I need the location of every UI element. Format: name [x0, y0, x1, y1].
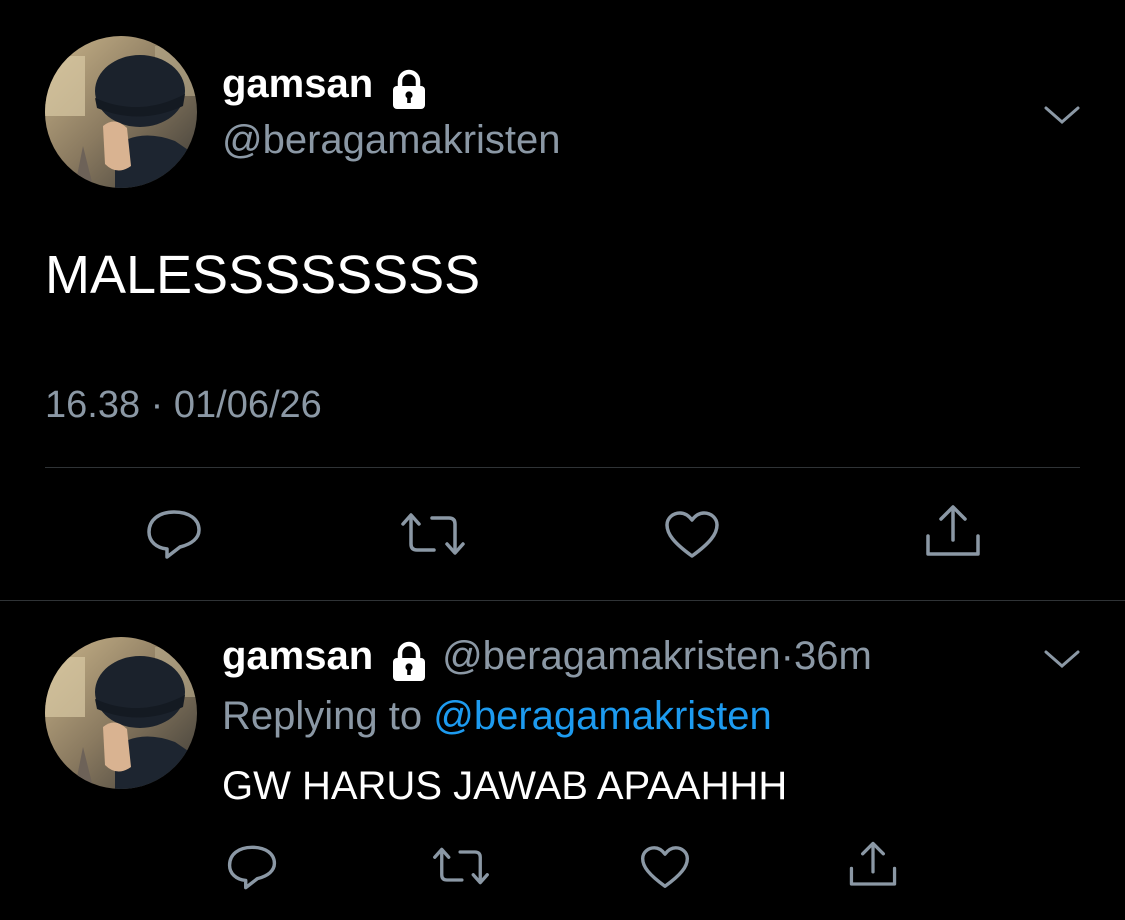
like-button[interactable] — [640, 845, 690, 890]
reply-handle[interactable]: @beragamakristen — [442, 634, 781, 678]
chevron-down-icon[interactable] — [1042, 102, 1082, 126]
avatar-image — [45, 36, 197, 188]
share-icon — [926, 505, 980, 556]
retweet-button[interactable] — [432, 845, 490, 887]
lock-icon — [388, 641, 430, 688]
retweet-button[interactable] — [400, 510, 466, 558]
retweet-icon — [401, 513, 465, 555]
reply-icon — [147, 510, 201, 559]
author-header[interactable]: gamsan — [222, 62, 430, 116]
reply-icon — [227, 845, 277, 890]
retweet-icon — [433, 847, 489, 885]
meta-separator: · — [780, 634, 794, 678]
avatar-image — [45, 637, 197, 789]
lock-icon — [388, 69, 430, 116]
chevron-down-icon[interactable] — [1042, 646, 1082, 670]
tweet-date: 01/06/26 — [173, 384, 322, 426]
like-button[interactable] — [664, 510, 720, 560]
tweet-time: 16.38 — [45, 384, 141, 426]
replying-to-mention[interactable]: @beragamakristen — [433, 694, 772, 738]
handle[interactable]: @beragamakristen — [222, 118, 561, 163]
divider — [45, 467, 1080, 468]
reply-text: GW HARUS JAWAB APAAHHH — [222, 764, 788, 808]
replying-to: Replying to @beragamakristen — [222, 694, 772, 739]
meta-separator: · — [150, 384, 164, 426]
like-icon — [665, 511, 719, 558]
display-name[interactable]: gamsan — [222, 62, 373, 106]
timestamp[interactable]: 16.38 · 01/06/26 — [45, 384, 322, 427]
reply-button[interactable] — [226, 843, 278, 891]
like-icon — [640, 846, 690, 888]
replying-to-label: Replying to — [222, 694, 423, 738]
share-button[interactable] — [924, 504, 982, 560]
reply-header[interactable]: gamsan @beragamakristen·36m — [222, 634, 872, 688]
thread-divider — [0, 600, 1125, 601]
tweet-text: MALESSSSSSSS — [45, 245, 481, 305]
avatar[interactable] — [45, 36, 197, 188]
reply-age: 36m — [793, 634, 872, 678]
share-icon — [849, 841, 897, 886]
reply-display-name[interactable]: gamsan — [222, 634, 373, 678]
reply-avatar[interactable] — [45, 637, 197, 789]
reply-button[interactable] — [145, 508, 203, 560]
share-button[interactable] — [848, 840, 898, 890]
